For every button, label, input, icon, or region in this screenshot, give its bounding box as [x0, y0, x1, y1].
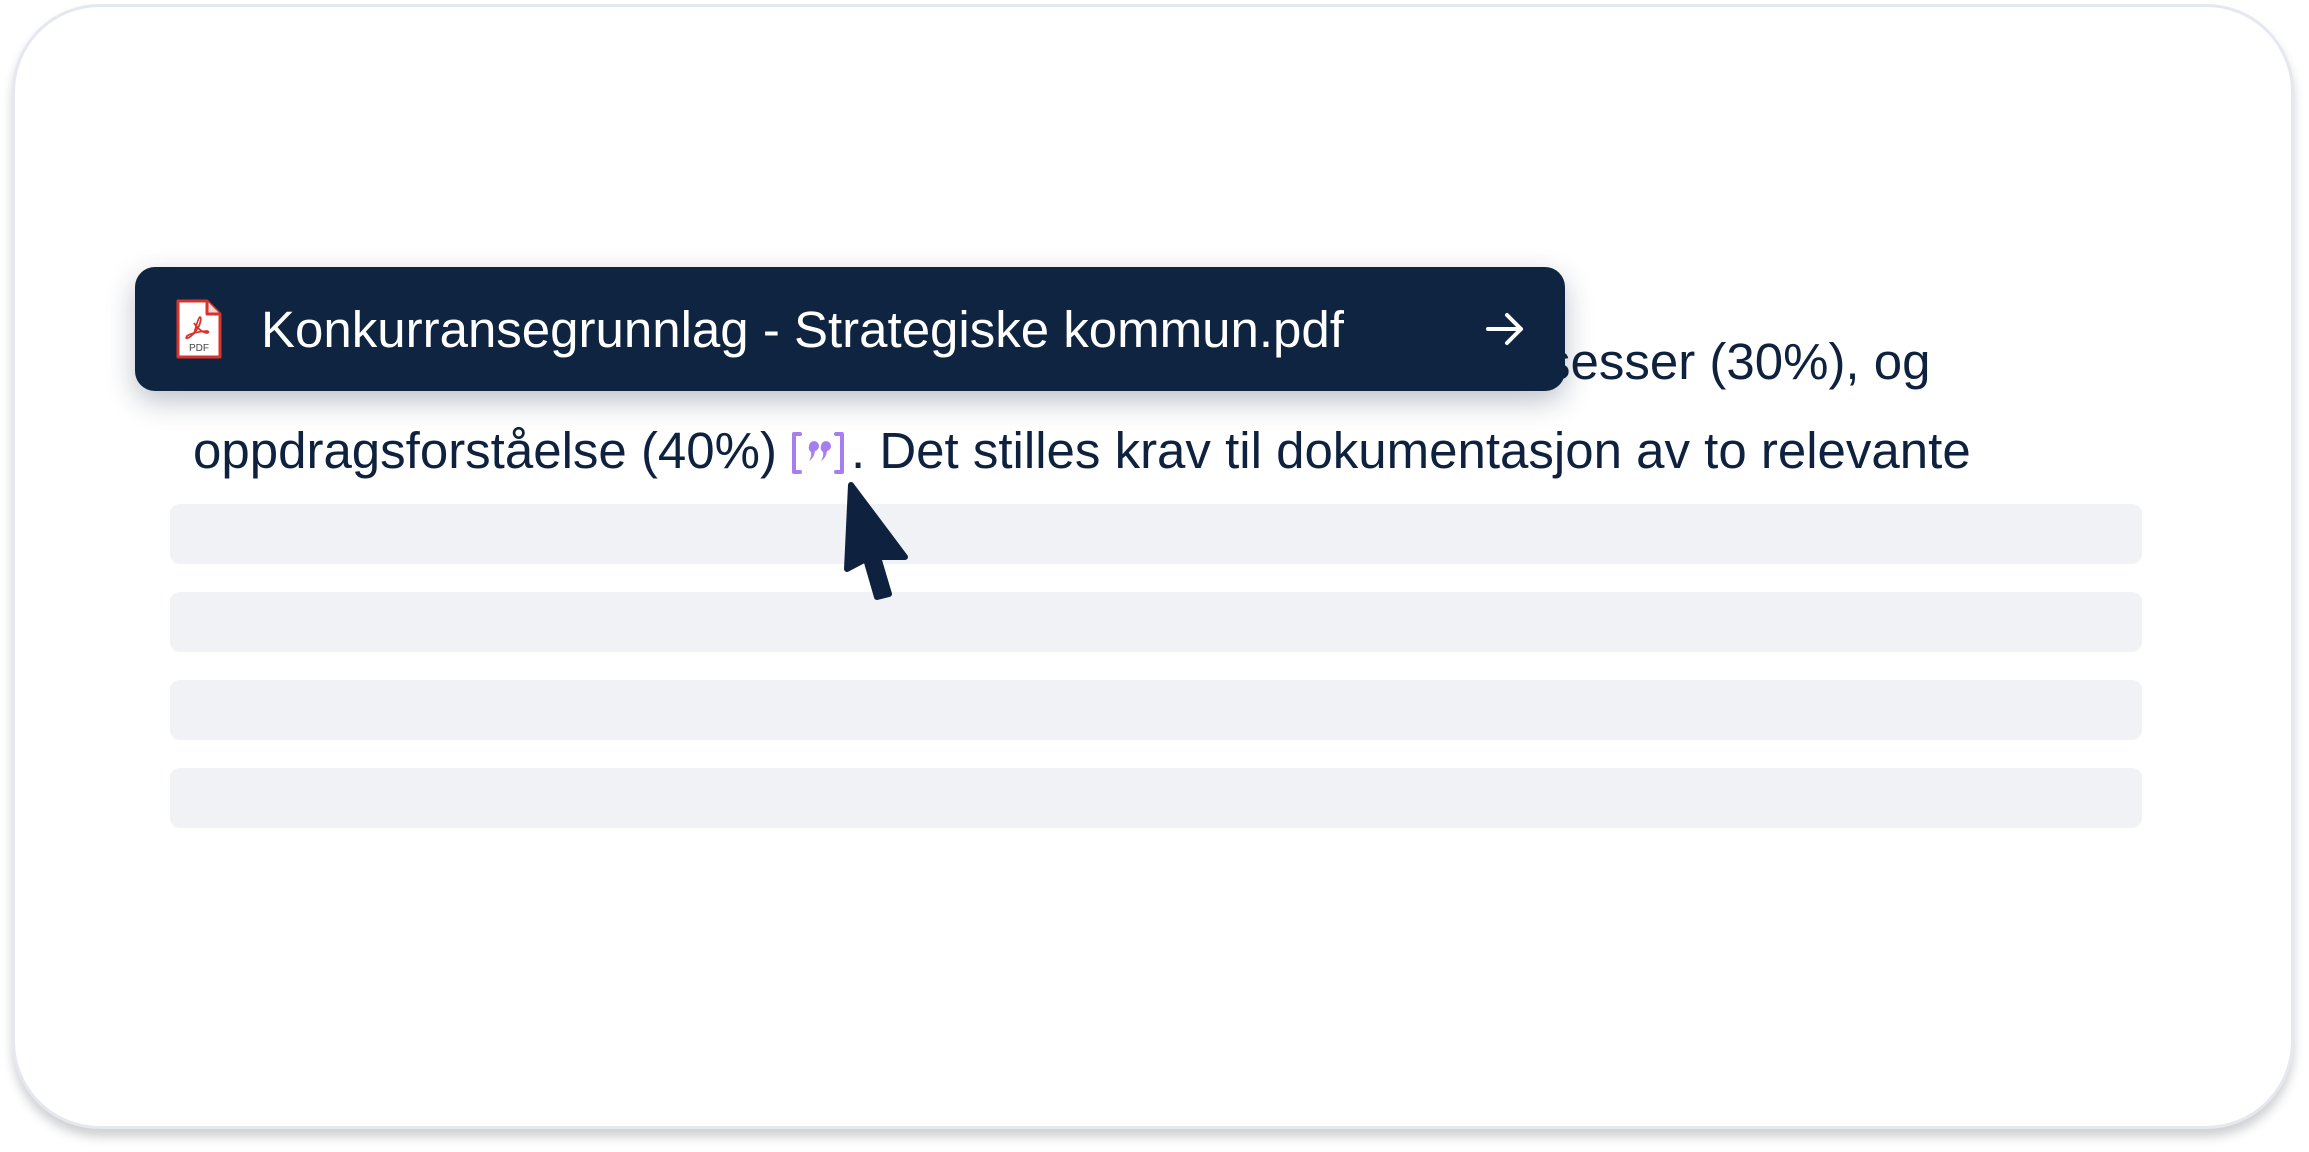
document-text-after-citation: . Det stilles krav til dokumentasjon av … [851, 422, 1971, 479]
loading-placeholder-line [170, 592, 2142, 652]
source-file-name: Konkurransegrunnlag - Strategiske kommun… [261, 300, 1344, 358]
pdf-file-icon: PDF [176, 299, 222, 359]
document-text-line-1-tail: sesser (30%), og [1545, 333, 1931, 390]
loading-placeholder-line [170, 768, 2142, 828]
citation-marker[interactable] [789, 430, 847, 476]
mouse-pointer-icon [844, 482, 908, 600]
loading-placeholder-line [170, 504, 2142, 564]
document-text-line-2: oppdragsforståelse (40%) . Det stilles k… [193, 421, 1971, 481]
pdf-file-type-label: PDF [189, 343, 209, 354]
document-text-before-citation: oppdragsforståelse (40%) [193, 422, 777, 479]
loading-placeholder-line [170, 680, 2142, 740]
arrow-right-icon[interactable] [1483, 307, 1527, 351]
document-text-line-1: sesser (30%), og [1545, 332, 1931, 392]
preview-card: sesser (30%), og oppdragsforståelse (40%… [12, 4, 2294, 1129]
quote-citation-icon [792, 432, 844, 474]
citation-source-popover[interactable]: PDF Konkurransegrunnlag - Strategiske ko… [135, 267, 1565, 391]
